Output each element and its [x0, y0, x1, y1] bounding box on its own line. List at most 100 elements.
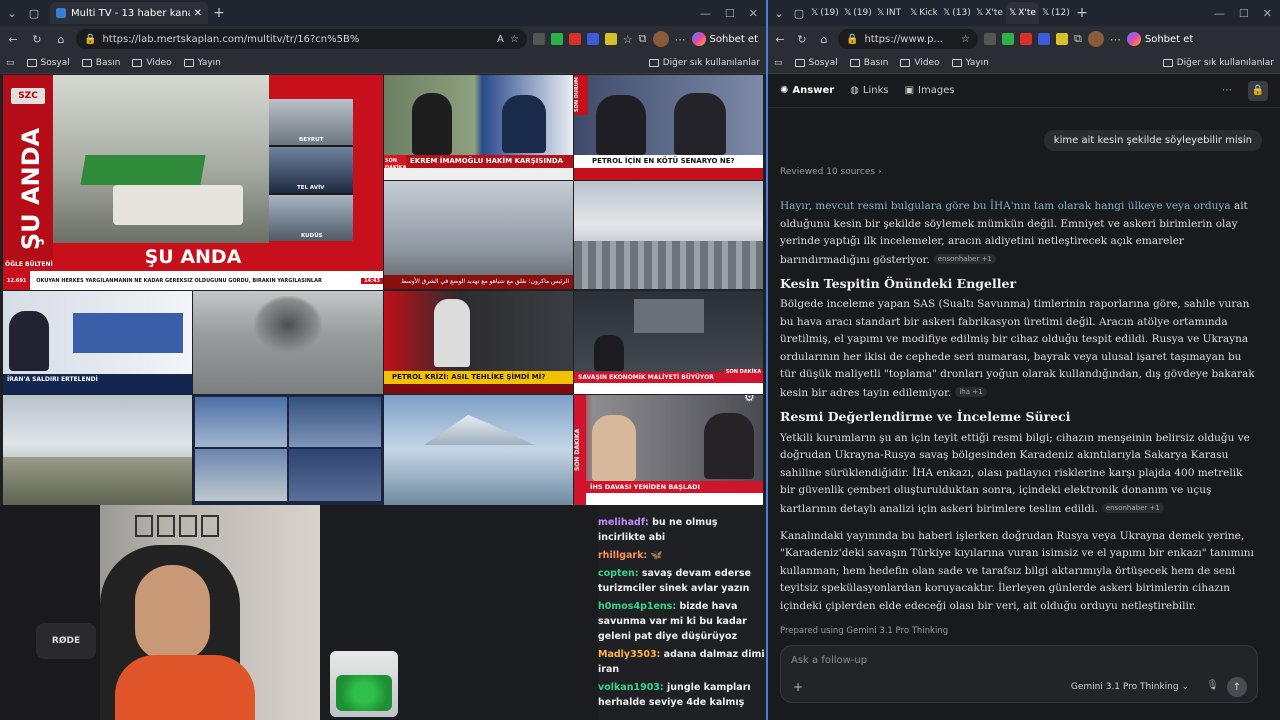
followup-input[interactable]: Ask a follow-up: [791, 655, 867, 666]
browser-tab[interactable]: 𝕏 (19): [841, 2, 874, 24]
bookmark-video[interactable]: Video: [900, 58, 940, 68]
tv-tile-economy[interactable]: SAVAŞIN EKONOMİK MALİYETİ BÜYÜYOR SON DA…: [574, 291, 763, 394]
extension-green-icon[interactable]: [550, 33, 563, 45]
back-icon[interactable]: ←: [4, 33, 22, 46]
tab-answer[interactable]: ✺ Answer: [780, 85, 834, 96]
back-icon[interactable]: ←: [772, 33, 788, 46]
refresh-icon[interactable]: ↻: [794, 33, 810, 46]
right-bookmarks-bar: ▭ Sosyal Basın Video Yayın Diğer sık kul…: [768, 52, 1280, 74]
minimize-icon[interactable]: —: [700, 7, 711, 20]
maximize-icon[interactable]: ☐: [1239, 7, 1249, 20]
workspaces-icon[interactable]: ▢: [24, 7, 44, 20]
tv-tile-multi-cam-2[interactable]: [384, 395, 573, 505]
profile-avatar[interactable]: [1087, 31, 1104, 47]
favorites-icon[interactable]: ☆: [623, 33, 633, 46]
bookmark-other-favorites[interactable]: Diğer sık kullanılanlar: [648, 58, 760, 68]
browser-tab[interactable]: 𝕏 (12): [1039, 2, 1072, 24]
more-menu-icon[interactable]: ⋯: [1110, 33, 1121, 46]
extension-red-icon[interactable]: [1020, 33, 1032, 45]
tab-images[interactable]: ▣ Images: [905, 85, 955, 96]
browser-tab[interactable]: 𝕏 Kick: [907, 2, 940, 24]
chat-username[interactable]: Madly3503:: [598, 649, 660, 660]
chat-username[interactable]: h0mos4p1ens:: [598, 601, 676, 612]
source-chip[interactable]: ensonhaber +1: [1101, 502, 1164, 513]
home-icon[interactable]: ⌂: [816, 33, 832, 46]
attach-plus-icon[interactable]: +: [793, 680, 803, 694]
home-icon[interactable]: ⌂: [52, 33, 70, 46]
tv-tile-imamoglu[interactable]: EKREM İMAMOĞLU HAKİM KARŞISINDA SON DAKİ…: [384, 75, 573, 180]
bookmark-sosyal[interactable]: Sosyal: [794, 58, 838, 68]
tv-tile-cityscape-1[interactable]: الرئيس ماكرون: نقلق مع نتنياهو مع تهديد …: [384, 181, 573, 289]
close-tab-icon[interactable]: ✕: [194, 8, 202, 19]
bookmarks-menu-icon[interactable]: ▭: [774, 58, 783, 68]
extension-icon[interactable]: [984, 33, 996, 45]
tv-tile-cityscape-2[interactable]: [574, 181, 763, 289]
copilot-chat-button[interactable]: Sohbet et: [691, 32, 762, 46]
tv-tile-ihs[interactable]: SON DAKİKA İHS DAVASI YENİDEN BAŞLADI ⚙: [574, 395, 763, 505]
tv-tile-multi-cam-1[interactable]: [193, 395, 383, 505]
extension-red-icon[interactable]: [568, 33, 581, 45]
chat-username[interactable]: copten:: [598, 568, 639, 579]
browser-tab[interactable]: 𝕏 INT: [874, 2, 907, 24]
tv-tile-szc[interactable]: SZC ŞU ANDA BEYRUT TEL AVİV KUDÜS ŞU AND…: [3, 75, 383, 290]
new-tab-icon[interactable]: +: [1072, 5, 1092, 21]
tab-links[interactable]: ◍ Links: [850, 85, 888, 96]
extension-blue-icon[interactable]: [1038, 33, 1050, 45]
chat-username[interactable]: melihadf:: [598, 517, 649, 528]
minimize-icon[interactable]: —: [1214, 7, 1225, 20]
microphone-icon[interactable]: 🎙: [1206, 680, 1219, 691]
read-aloud-icon[interactable]: A: [497, 34, 504, 45]
extension-green-icon[interactable]: [1002, 33, 1014, 45]
tab-actions-icon[interactable]: ⌄: [0, 7, 24, 20]
more-menu-icon[interactable]: ⋯: [675, 33, 686, 46]
tv-tile-petrol-crisis[interactable]: PETROL KRİZİ: ASIL TEHLİKE ŞİMDİ Mİ?: [384, 291, 573, 394]
bookmark-yayin[interactable]: Yayın: [183, 58, 221, 68]
close-window-icon[interactable]: ✕: [1263, 7, 1272, 20]
favorite-star-icon[interactable]: ☆: [961, 34, 970, 45]
browser-tab[interactable]: 𝕏 X'te: [973, 2, 1006, 24]
profile-avatar[interactable]: [652, 31, 669, 47]
tab-multitv[interactable]: Multi TV - 13 haber kanalını aynı a ✕: [50, 2, 208, 24]
browser-tab[interactable]: 𝕏 (13): [940, 2, 973, 24]
tv-tile-smoke-city[interactable]: [193, 291, 383, 394]
bookmark-sosyal[interactable]: Sosyal: [26, 58, 70, 68]
extension-blue-icon[interactable]: [586, 33, 599, 45]
new-tab-icon[interactable]: +: [208, 5, 230, 21]
copilot-chat-button[interactable]: Sohbet et: [1126, 32, 1199, 46]
tv-tile-jerusalem[interactable]: [3, 395, 192, 505]
bookmark-basin[interactable]: Basın: [849, 58, 888, 68]
collections-icon[interactable]: ⧉: [639, 32, 647, 46]
bookmarks-menu-icon[interactable]: ▭: [6, 58, 15, 68]
url-field[interactable]: 🔒 https://lab.mertskaplan.com/multitv/tr…: [76, 29, 527, 49]
settings-gear-icon[interactable]: ⚙: [744, 395, 755, 404]
collections-icon[interactable]: ⧉: [1074, 32, 1082, 46]
refresh-icon[interactable]: ↻: [28, 33, 46, 46]
favorite-star-icon[interactable]: ☆: [510, 34, 519, 45]
chat-username[interactable]: volkan1903:: [598, 682, 664, 693]
extension-yellow-icon[interactable]: [1056, 33, 1068, 45]
close-window-icon[interactable]: ✕: [749, 7, 758, 20]
bookmark-other-favorites[interactable]: Diğer sık kullanılanlar: [1162, 58, 1274, 68]
reviewed-sources[interactable]: Reviewed 10 sources ›: [780, 167, 882, 177]
lock-share-icon[interactable]: 🔒: [1248, 80, 1268, 101]
bookmark-yayin[interactable]: Yayın: [951, 58, 989, 68]
workspaces-icon[interactable]: ▢: [790, 7, 808, 20]
tv-tile-studio[interactable]: İRAN'A SALDIRI ERTELENDİ: [3, 291, 192, 394]
send-arrow-icon[interactable]: ↑: [1227, 677, 1247, 697]
extension-icon[interactable]: [532, 33, 545, 45]
browser-tab[interactable]: 𝕏 X'te: [1006, 2, 1039, 24]
tab-actions-icon[interactable]: ⌄: [768, 7, 790, 20]
source-chip[interactable]: iha +1: [955, 386, 987, 397]
browser-tab[interactable]: 𝕏 (19): [808, 2, 841, 24]
bookmark-video[interactable]: Video: [132, 58, 172, 68]
more-options-icon[interactable]: ⋯: [1222, 85, 1232, 96]
maximize-icon[interactable]: ☐: [725, 7, 735, 20]
chat-username[interactable]: rhillgark:: [598, 550, 647, 561]
extension-yellow-icon[interactable]: [604, 33, 617, 45]
bookmark-basin[interactable]: Basın: [81, 58, 120, 68]
cam-feed: [195, 397, 287, 447]
model-selector[interactable]: Gemini 3.1 Pro Thinking ⌄: [1071, 682, 1189, 692]
url-field[interactable]: 🔒 https://www.p... ☆: [838, 29, 978, 49]
source-chip[interactable]: ensonhaber +1: [933, 253, 996, 264]
tv-tile-petrol[interactable]: SON DURUM PETROL İÇİN EN KÖTÜ SENARYO NE…: [574, 75, 763, 180]
